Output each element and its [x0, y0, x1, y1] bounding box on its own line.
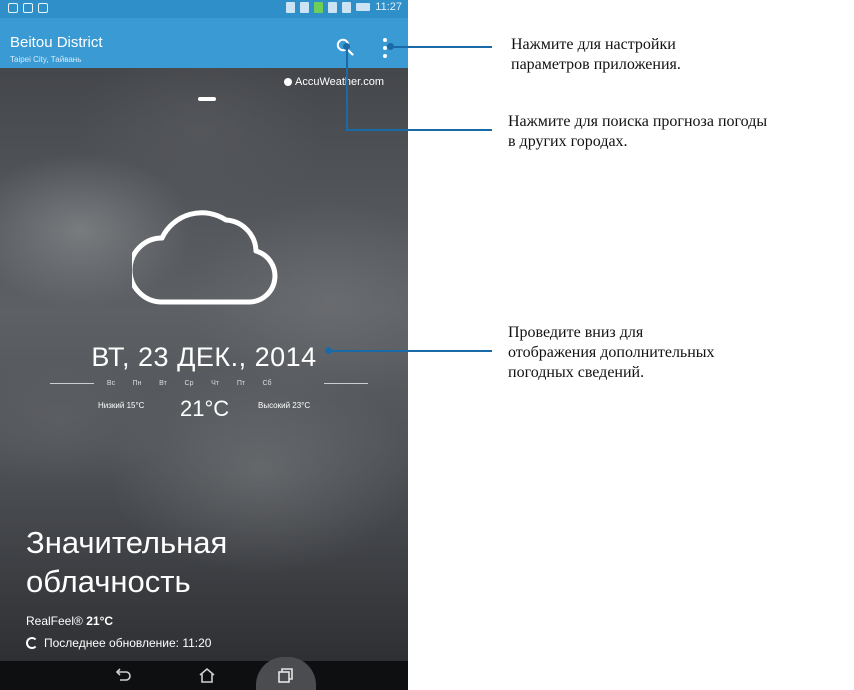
- chat-icon: [38, 3, 48, 13]
- pull-down-handle[interactable]: [198, 97, 216, 101]
- vibrate-icon: [286, 1, 296, 13]
- divider-left: [50, 383, 94, 384]
- realfeel-label: RealFeel®: [26, 614, 83, 628]
- weekday[interactable]: Чт: [202, 380, 228, 387]
- callout-line-search-v: [346, 47, 348, 130]
- last-update[interactable]: Последнее обновление: 11:20: [26, 636, 211, 650]
- cloud-icon: [132, 210, 278, 305]
- sim-icon: [314, 1, 324, 13]
- callout-line-settings: [392, 46, 492, 48]
- message-icon: [23, 3, 33, 13]
- callout-swipe-line: отображения дополнительных: [508, 344, 715, 361]
- callout-line-search: [346, 129, 492, 131]
- wifi-icon: [342, 1, 352, 13]
- battery-icon: [356, 3, 371, 11]
- divider-right: [324, 383, 368, 384]
- callout-swipe-line: Проведите вниз для: [508, 324, 644, 341]
- callout-search: Нажмите для поиска прогноза погоды в дру…: [508, 112, 767, 152]
- callout-search-line: Нажмите для поиска прогноза погоды: [508, 113, 768, 130]
- weekday-strip: Вс Пн Вт Ср Чт Пт Сб: [98, 380, 280, 387]
- calendar-icon: [8, 3, 18, 13]
- callout-settings: Нажмите для настройки параметров приложе…: [511, 35, 681, 75]
- last-update-text: Последнее обновление: 11:20: [44, 636, 212, 650]
- mute-icon: [300, 1, 310, 13]
- back-icon[interactable]: [114, 667, 132, 683]
- weekday[interactable]: Пт: [228, 380, 254, 387]
- city-name[interactable]: Beitou District: [10, 34, 103, 51]
- provider-label: AccuWeather.com: [295, 76, 385, 88]
- status-bar: 11:27: [0, 0, 408, 18]
- callout-search-line: в других городах.: [508, 133, 628, 150]
- realfeel-value: 21°C: [86, 614, 114, 628]
- weekday[interactable]: Пн: [124, 380, 150, 387]
- clock: 11:27: [375, 1, 402, 13]
- realfeel: RealFeel® 21°C: [26, 614, 113, 628]
- forecast-date[interactable]: ВТ, 23 ДЕК., 2014: [0, 342, 408, 373]
- recent-apps-icon[interactable]: [276, 667, 294, 683]
- accuweather-link[interactable]: AccuWeather.com: [284, 76, 384, 88]
- weekday[interactable]: Вт: [150, 380, 176, 387]
- callout-line-swipe: [329, 350, 492, 352]
- navigation-bar: [0, 657, 408, 690]
- callout-settings-line: Нажмите для настройки: [511, 36, 676, 53]
- signal-icon: [328, 1, 338, 13]
- weekday[interactable]: Ср: [176, 380, 202, 387]
- high-temperature: Высокий 23°C: [258, 401, 311, 410]
- condition-text: Значительная: [26, 525, 228, 560]
- region-name: Taipei City, Тайвань: [10, 55, 82, 64]
- system-icons: 11:27: [286, 1, 402, 13]
- weekday[interactable]: Вс: [98, 380, 124, 387]
- low-temperature: Низкий 15°C: [98, 401, 145, 410]
- callout-settings-line: параметров приложения.: [511, 56, 681, 73]
- weekday[interactable]: Сб: [254, 380, 280, 387]
- home-icon[interactable]: [198, 667, 216, 683]
- refresh-icon[interactable]: [26, 637, 38, 649]
- accuweather-logo-icon: [284, 78, 292, 86]
- callout-swipe-line: погодных сведений.: [508, 364, 645, 381]
- callout-swipe: Проведите вниз для отображения дополните…: [508, 323, 715, 383]
- notification-icons: [8, 3, 48, 13]
- condition-text-2: облачность: [26, 564, 191, 599]
- current-temperature: 21°C: [180, 396, 230, 421]
